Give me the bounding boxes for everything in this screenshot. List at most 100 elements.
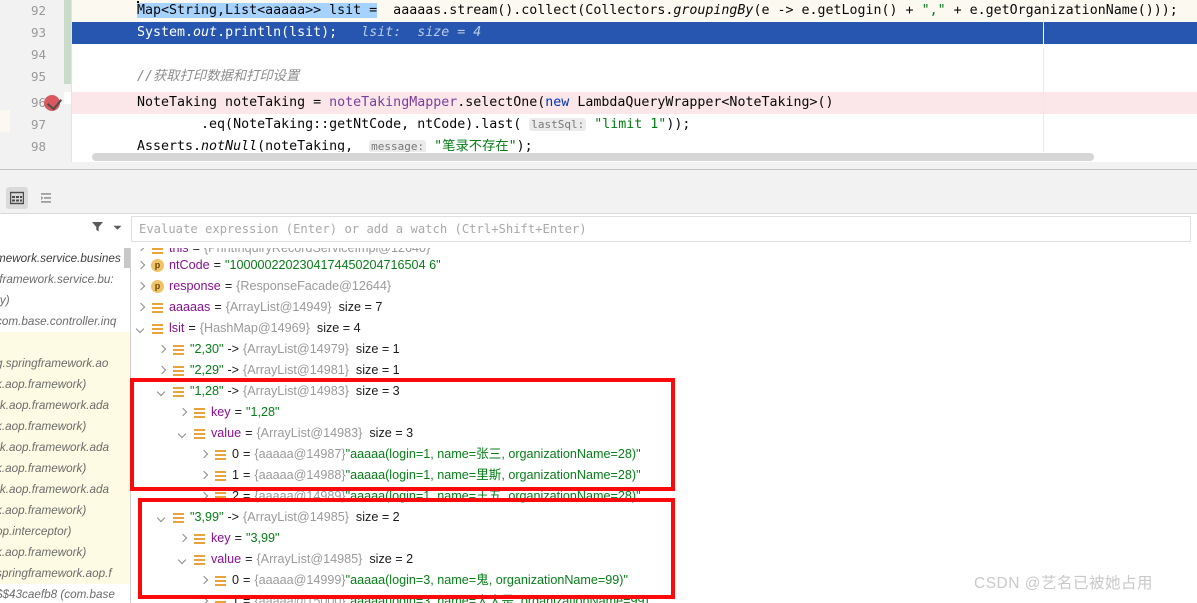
variable-row[interactable]: "3,99" -> {ArrayList@14985} size = 2 [131, 507, 1197, 528]
table-grid-glyph [10, 191, 24, 205]
tree-expand-arrow-closed[interactable] [135, 280, 148, 293]
list-index: 1 [232, 594, 240, 603]
tree-expand-arrow-open[interactable] [177, 427, 190, 440]
frame-row-label: k.aop.framework) [0, 420, 87, 433]
tree-expand-arrow-closed[interactable] [198, 448, 211, 461]
map-entry-arrow: -> [227, 384, 240, 398]
frames-list[interactable]: mework.service.busines .framework.service… [0, 248, 130, 603]
equals-sign: = [243, 573, 251, 587]
tree-expand-arrow-closed[interactable] [156, 364, 169, 377]
code-editor[interactable]: 92 93 94 95 96 97 98 Map<String,List<aaa… [0, 0, 1197, 170]
evaluate-expression-input[interactable]: Evaluate expression (Enter) or add a wat… [131, 216, 1191, 242]
line-number: 98 [30, 139, 46, 154]
variable-row[interactable]: "2,29" -> {ArrayList@14981} size = 1 [131, 360, 1197, 381]
tree-expand-arrow-closed[interactable] [177, 532, 190, 545]
variable-row[interactable]: key = "3,99" [131, 528, 1197, 549]
frame-row[interactable]: rk.aop.framework.ada [0, 437, 130, 458]
tree-expand-arrow-open[interactable] [177, 553, 190, 566]
equals-sign: = [192, 248, 200, 255]
variable-row[interactable]: key = "1,28" [131, 402, 1197, 423]
tree-expand-arrow-closed[interactable] [198, 490, 211, 503]
frame-row[interactable] [0, 332, 130, 353]
variables-list[interactable]: this = {PrintInquiryRecordServiceImpl@1264… [131, 248, 1197, 603]
tree-expand-arrow-closed[interactable] [135, 301, 148, 314]
tree-expand-arrow-closed[interactable] [198, 595, 211, 603]
frame-row[interactable]: k.aop.framework) [0, 416, 130, 437]
value-string: "aaaaa(login=1, name=里斯, organizationNam… [345, 468, 641, 482]
variables-tree[interactable]: this = {PrintInquiryRecordServiceImpl@1264… [131, 248, 1197, 603]
value-string: "3,99" [245, 531, 280, 545]
parameter-icon: p [151, 259, 164, 272]
object-reference: {ArrayList@14983} [243, 384, 349, 398]
variable-row[interactable]: value = {ArrayList@14985} size = 2 [131, 549, 1197, 570]
frame-row[interactable]: ry) [0, 290, 130, 311]
frames-hscrollbar-thumb[interactable] [124, 248, 130, 268]
chevron-down-icon[interactable] [112, 220, 123, 238]
frame-row[interactable]: k.aop.framework) [0, 542, 130, 563]
funnel-icon[interactable] [91, 220, 104, 238]
equals-sign: = [243, 468, 251, 482]
variable-row[interactable]: "1,28" -> {ArrayList@14983} size = 3 [131, 381, 1197, 402]
frame-row[interactable]: springframework.aop.f [0, 563, 130, 584]
list-index: 1 [232, 468, 240, 482]
frame-row-label: rk.aop.framework.ada [0, 483, 110, 496]
frame-row[interactable]: rk.aop.framework.ada [0, 479, 130, 500]
object-reference: {PrintInquiryRecordServiceImpl@12640} [203, 248, 431, 255]
editor-hscrollbar-track[interactable] [72, 152, 1197, 162]
list-value-icon [214, 469, 227, 482]
variable-name: value [211, 552, 242, 566]
frame-row[interactable]: $$43caefb8 (com.base [0, 584, 130, 603]
tree-expand-arrow-closed[interactable] [135, 248, 148, 255]
collection-size: size = 1 [355, 342, 400, 356]
frame-row[interactable]: k.aop.framework) [0, 500, 130, 521]
frame-row[interactable]: rk.aop.framework.ada [0, 395, 130, 416]
tree-expand-arrow-closed[interactable] [198, 574, 211, 587]
evaluate-placeholder: Evaluate expression (Enter) or add a wat… [139, 222, 587, 236]
tree-expand-arrow-closed[interactable] [177, 406, 190, 419]
frame-row-label: k.aop.framework) [0, 378, 87, 391]
frame-row[interactable]: g.springframework.ao [0, 353, 130, 374]
funnel-glyph [92, 222, 103, 232]
line-number: 94 [30, 47, 46, 62]
code-line-96: NoteTaking noteTaking = noteTakingMapper… [137, 95, 834, 110]
equals-sign: = [245, 552, 253, 566]
object-reference: {ArrayList@14983} [256, 426, 363, 440]
sort-values-icon[interactable] [36, 187, 58, 209]
map-entry-key: "3,99" [190, 510, 224, 524]
equals-sign: = [234, 531, 242, 545]
editor-hscrollbar-thumb[interactable] [92, 153, 1094, 161]
tree-expand-arrow-closed[interactable] [156, 343, 169, 356]
list-value-icon [193, 553, 206, 566]
changed-lines-indicator [64, 0, 71, 84]
tree-expand-arrow-closed[interactable] [198, 469, 211, 482]
frame-row[interactable]: .framework.service.bu: [0, 269, 130, 290]
variable-row[interactable]: 2 = {aaaaa@14989} "aaaaa(login=1, name=王五,… [131, 486, 1197, 507]
frame-row-label: ry) [0, 294, 10, 307]
variable-row[interactable]: value = {ArrayList@14983} size = 3 [131, 423, 1197, 444]
frame-row[interactable]: mework.service.busines [0, 248, 130, 269]
frame-row[interactable]: op.interceptor) [0, 521, 130, 542]
variable-row[interactable]: 1 = {aaaaa@14988} "aaaaa(login=1, name=里斯,… [131, 465, 1197, 486]
frames-panel[interactable]: mework.service.busines .framework.service… [0, 248, 131, 603]
variable-row[interactable]: "2,30" -> {ArrayList@14979} size = 1 [131, 339, 1197, 360]
tree-expand-arrow-open[interactable] [135, 322, 148, 335]
variable-row[interactable]: p response = {ResponseFacade@12644} [131, 276, 1197, 297]
frame-row[interactable]: k.aop.framework) [0, 374, 130, 395]
list-value-icon [193, 532, 206, 545]
toolbar-divider [0, 213, 1197, 214]
variable-row[interactable]: this = {PrintInquiryRecordServiceImpl@1264… [131, 248, 1197, 255]
frame-row[interactable]: com.base.controller.inq [0, 311, 130, 332]
tree-expand-arrow-open[interactable] [156, 511, 169, 524]
variable-row[interactable]: 0 = {aaaaa@14987} "aaaaa(login=1, name=张三,… [131, 444, 1197, 465]
variable-row[interactable]: aaaaas = {ArrayList@14949} size = 7 [131, 297, 1197, 318]
list-index: 0 [232, 573, 240, 587]
variable-row[interactable]: p ntCode = "1000002202304174450204716504 6" [131, 255, 1197, 276]
frame-row[interactable]: k.aop.framework) [0, 458, 130, 479]
variables-view-icon[interactable] [6, 187, 28, 209]
object-reference: {ArrayList@14981} [243, 363, 349, 377]
tree-expand-arrow-open[interactable] [156, 385, 169, 398]
variable-row[interactable]: lsit = {HashMap@14969} size = 4 [131, 318, 1197, 339]
list-value-icon [172, 343, 185, 356]
tree-expand-arrow-closed[interactable] [135, 259, 148, 272]
breakpoint-icon[interactable] [44, 95, 60, 111]
